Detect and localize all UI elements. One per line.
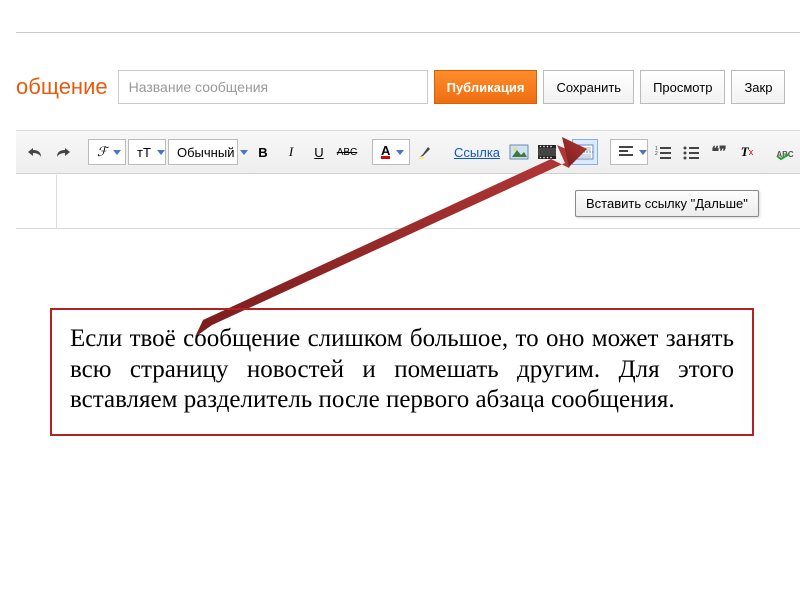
close-button[interactable]: Закр [731,70,785,104]
bold-button[interactable]: B [250,139,276,165]
align-dropdown[interactable] [610,139,648,165]
chevron-down-icon [113,150,121,155]
header-row: общение Публикация Сохранить Просмотр За… [16,70,800,104]
unordered-list-icon [683,145,699,159]
font-size-dropdown[interactable]: тT [128,139,166,165]
page-title-fragment: общение [16,74,108,100]
redo-button[interactable] [50,139,76,165]
svg-text:2: 2 [655,151,658,157]
chevron-down-icon [639,150,647,155]
paragraph-style-dropdown[interactable]: Обычный [168,139,238,165]
insert-jump-break-button[interactable] [572,139,598,165]
highlight-button[interactable] [412,139,438,165]
spellcheck-button[interactable]: ABC [772,139,798,165]
unordered-list-button[interactable] [678,139,704,165]
save-button[interactable]: Сохранить [543,70,634,104]
jump-break-icon [576,144,594,160]
strike-button[interactable]: ABC [334,139,360,165]
remove-format-button[interactable]: Tx [734,139,760,165]
highlight-icon [417,144,433,160]
post-title-input[interactable] [118,70,428,104]
insert-video-button[interactable] [534,139,560,165]
editor-margin-line [56,175,57,229]
instruction-box: Если твоё сообщение слишком большое, то … [50,308,754,436]
preview-button[interactable]: Просмотр [640,70,725,104]
quote-button[interactable]: ❝❞ [706,139,732,165]
remove-format-icon: T [741,144,749,160]
insert-image-button[interactable] [506,139,532,165]
align-left-icon [619,146,633,158]
video-icon [538,145,556,159]
style-label: Обычный [177,145,234,160]
italic-button[interactable]: I [278,139,304,165]
font-icon: ℱ [97,144,107,160]
ordered-list-button[interactable]: 12 [650,139,676,165]
text-color-dropdown[interactable]: A [372,139,410,165]
ordered-list-icon: 12 [655,145,671,159]
check-icon [776,154,790,160]
format-toolbar: ℱ тT Обычный B I U ABC A Ссылка [16,130,800,174]
insert-link-button[interactable]: Ссылка [450,145,504,160]
tooltip-jump-break: Вставить ссылку "Дальше" [575,190,759,217]
fontsize-icon: тT [137,145,151,160]
undo-button[interactable] [22,139,48,165]
undo-icon [27,146,43,158]
thin-divider [16,32,800,33]
redo-icon [55,146,71,158]
image-icon [510,145,528,159]
chevron-down-icon [240,150,248,155]
text-color-icon: A [381,146,390,159]
chevron-down-icon [157,150,165,155]
chevron-down-icon [396,150,404,155]
publish-button[interactable]: Публикация [434,70,538,104]
font-family-dropdown[interactable]: ℱ [88,139,126,165]
underline-button[interactable]: U [306,139,332,165]
